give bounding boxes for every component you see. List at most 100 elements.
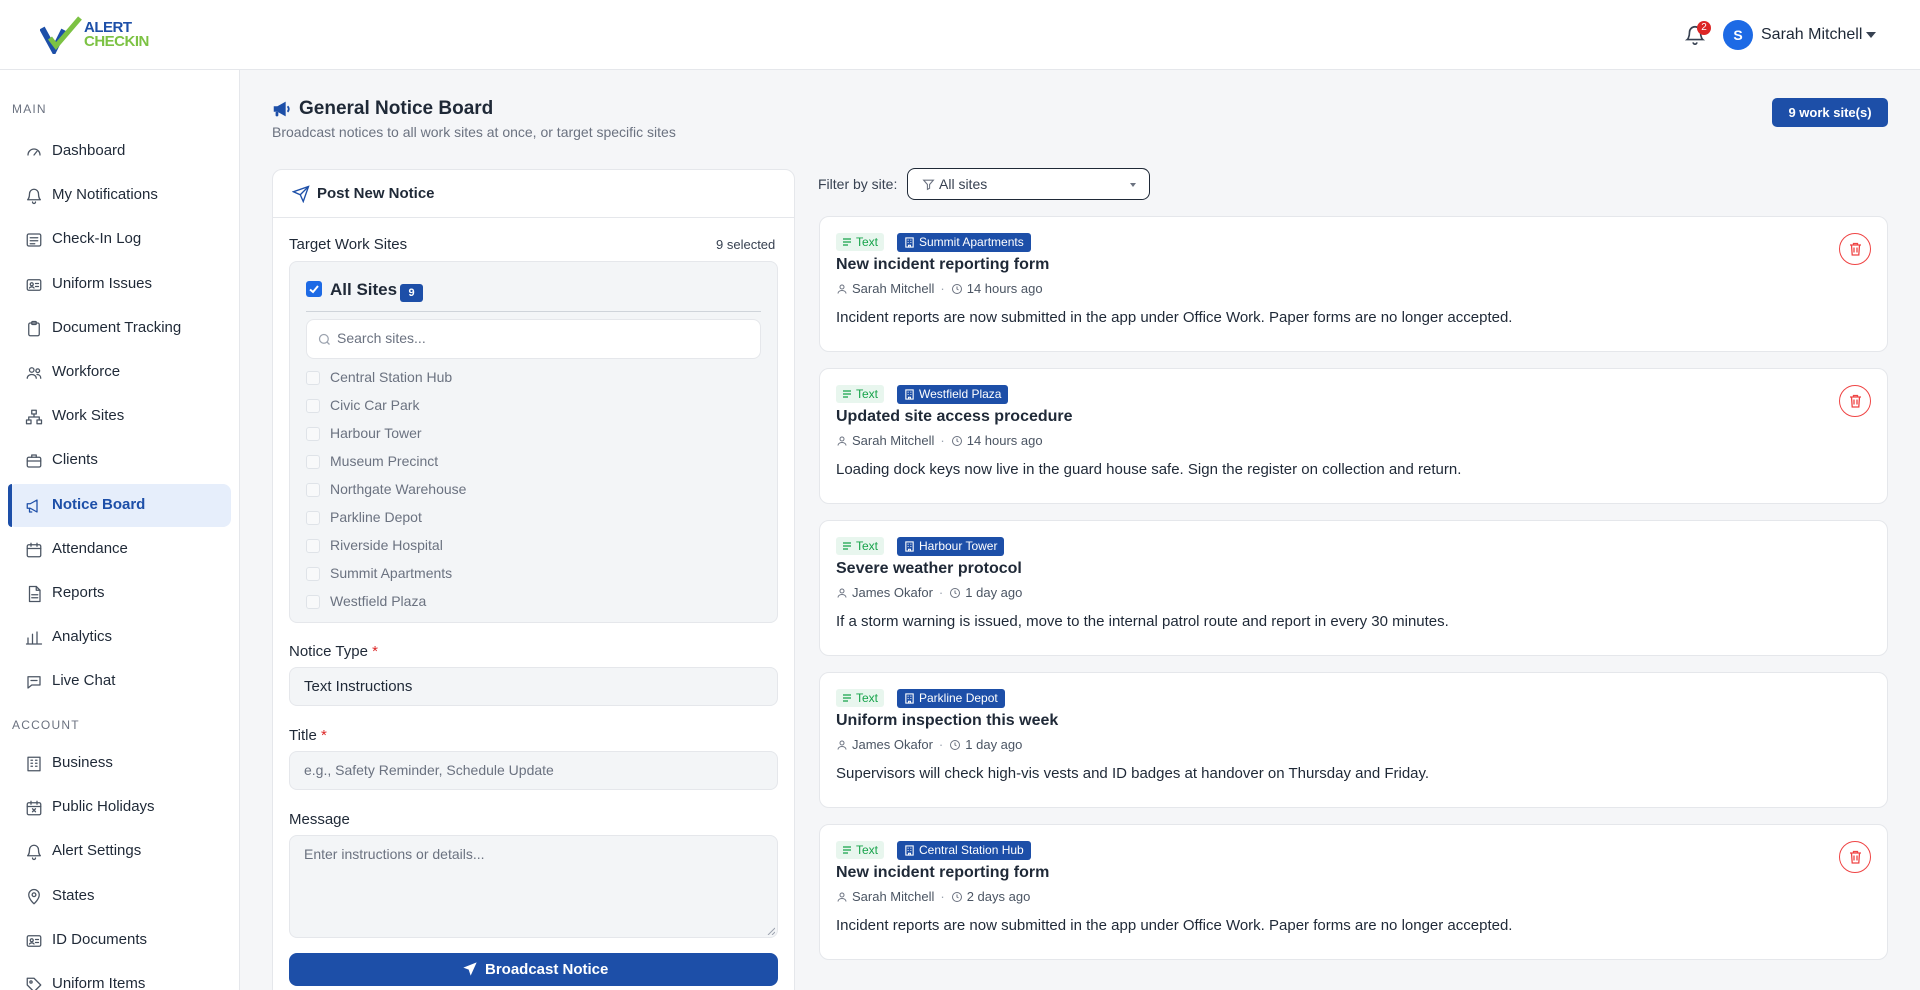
- notice-type-tag: Text: [836, 841, 885, 859]
- notice-site-tag: Central Station Hub: [897, 841, 1031, 860]
- notice-body: If a storm warning is issued, move to th…: [836, 613, 1449, 630]
- delete-notice-button[interactable]: [1839, 385, 1871, 417]
- site-checkbox[interactable]: [306, 483, 320, 497]
- sidebar-item-label: Uniform Items: [52, 975, 146, 990]
- sidebar-item-analytics[interactable]: Analytics: [8, 616, 231, 659]
- sidebar-item-my-notifications[interactable]: My Notifications: [8, 174, 231, 217]
- building-icon: [904, 541, 915, 552]
- user-menu-caret-icon[interactable]: [1866, 32, 1876, 38]
- sidebar-item-workforce[interactable]: Workforce: [8, 351, 231, 394]
- sidebar-item-public-holidays[interactable]: Public Holidays: [8, 786, 231, 829]
- site-checkbox[interactable]: [306, 371, 320, 385]
- sitemap-icon: [25, 408, 43, 426]
- resize-grip-icon[interactable]: [767, 927, 775, 935]
- sidebar-item-clients[interactable]: Clients: [8, 439, 231, 482]
- user-icon: [836, 435, 848, 447]
- title-input[interactable]: [289, 751, 778, 790]
- site-option-label: Central Station Hub: [330, 369, 453, 385]
- site-checkbox[interactable]: [306, 539, 320, 553]
- building-icon: [904, 237, 915, 248]
- notice-body: Incident reports are now submitted in th…: [836, 917, 1513, 934]
- notice-card: Text Summit Apartments New incident report…: [819, 216, 1888, 352]
- sidebar-item-reports[interactable]: Reports: [8, 572, 231, 615]
- required-mark: *: [320, 727, 327, 744]
- sidebar-item-document-tracking[interactable]: Document Tracking: [8, 307, 231, 350]
- sidebar-item-work-sites[interactable]: Work Sites: [8, 395, 231, 438]
- site-filter-select[interactable]: All sites: [907, 168, 1150, 200]
- sidebar-item-uniform-issues[interactable]: Uniform Issues: [8, 263, 231, 306]
- user-name[interactable]: Sarah Mitchell: [1761, 26, 1862, 44]
- notice-body: Supervisors will check high-vis vests an…: [836, 765, 1430, 782]
- site-checkbox[interactable]: [306, 455, 320, 469]
- notice-type-label: Text: [856, 235, 879, 249]
- sidebar-item-attendance[interactable]: Attendance: [8, 528, 231, 571]
- sidebar-item-label: Alert Settings: [52, 842, 142, 860]
- sidebar-item-notice-board[interactable]: Notice Board: [8, 483, 231, 527]
- sidebar-item-alert-settings[interactable]: Alert Settings: [8, 830, 231, 873]
- notice-meta: Sarah Mitchell · 14 hours ago: [836, 433, 1043, 448]
- site-filter-value: All sites: [939, 176, 988, 192]
- target-sites-label: Target Work Sites: [289, 236, 408, 253]
- notice-title: Updated site access procedure: [836, 408, 1073, 425]
- trash-icon: [1849, 242, 1862, 256]
- notice-type-select[interactable]: Text Instructions: [289, 667, 778, 706]
- notice-time: 2 days ago: [966, 889, 1031, 904]
- post-notice-header: Post New Notice: [273, 170, 794, 218]
- sidebar-item-id-documents[interactable]: ID Documents: [8, 919, 231, 962]
- notice-type-label: Text: [856, 539, 879, 553]
- sidebar-item-live-chat[interactable]: Live Chat: [8, 660, 231, 703]
- user-avatar[interactable]: S: [1723, 20, 1753, 50]
- bell-icon: [25, 187, 43, 205]
- clipboard-icon: [25, 320, 43, 338]
- text-lines-icon: [842, 237, 852, 247]
- all-sites-checkbox[interactable]: [306, 281, 322, 297]
- sidebar-item-states[interactable]: States: [8, 875, 231, 918]
- divider: [306, 311, 761, 312]
- bell-icon: [25, 843, 43, 861]
- notice-site-label: Harbour Tower: [919, 539, 998, 553]
- notice-meta: Sarah Mitchell · 2 days ago: [836, 889, 1030, 904]
- site-checkbox[interactable]: [306, 567, 320, 581]
- sidebar-section-account: ACCOUNT: [12, 718, 80, 732]
- message-textarea[interactable]: [289, 835, 778, 938]
- site-option-label: Summit Apartments: [330, 565, 453, 581]
- sidebar-item-uniform-items[interactable]: Uniform Items: [8, 963, 231, 990]
- notice-time: 14 hours ago: [966, 433, 1043, 448]
- sidebar: MAIN ACCOUNT Dashboard My Notifications Ch…: [0, 70, 240, 990]
- broadcast-notice-label: Broadcast Notice: [485, 961, 609, 978]
- sidebar-item-label: Public Holidays: [52, 798, 155, 816]
- post-notice-title: Post New Notice: [317, 185, 435, 202]
- notice-type-tag: Text: [836, 537, 885, 555]
- building-icon: [25, 755, 43, 773]
- site-option-label: Parkline Depot: [330, 509, 422, 525]
- site-checkbox[interactable]: [306, 595, 320, 609]
- building-icon: [904, 693, 915, 704]
- all-sites-label[interactable]: All Sites: [330, 280, 397, 300]
- sidebar-item-business[interactable]: Business: [8, 742, 231, 785]
- calendar-icon: [25, 541, 43, 559]
- user-icon: [836, 891, 848, 903]
- sidebar-section-main: MAIN: [12, 102, 47, 116]
- meta-separator: ·: [940, 433, 945, 448]
- page-subtitle: Broadcast notices to all work sites at o…: [272, 124, 676, 140]
- sidebar-item-label: Document Tracking: [52, 318, 182, 336]
- site-checkbox[interactable]: [306, 511, 320, 525]
- delete-notice-button[interactable]: [1839, 841, 1871, 873]
- site-search-input[interactable]: [337, 330, 747, 346]
- delete-notice-button[interactable]: [1839, 233, 1871, 265]
- user-icon: [836, 739, 848, 751]
- alert-checkin-logo[interactable]: ALERT CHECKIN: [40, 16, 155, 54]
- sidebar-item-check-in-log[interactable]: Check-In Log: [8, 218, 231, 261]
- sidebar-item-dashboard[interactable]: Dashboard: [8, 130, 231, 173]
- bar-chart-icon: [25, 629, 43, 647]
- gauge-icon: [25, 143, 43, 161]
- notice-card: Text Parkline Depot Uniform inspection thi…: [819, 672, 1888, 808]
- site-checkbox[interactable]: [306, 427, 320, 441]
- meta-separator: ·: [938, 585, 944, 600]
- map-pin-icon: [25, 888, 43, 906]
- trash-icon: [1849, 394, 1862, 408]
- notice-author: Sarah Mitchell: [852, 433, 935, 448]
- broadcast-notice-button[interactable]: Broadcast Notice: [289, 953, 778, 986]
- site-checkbox[interactable]: [306, 399, 320, 413]
- logo-check-icon: [40, 16, 82, 54]
